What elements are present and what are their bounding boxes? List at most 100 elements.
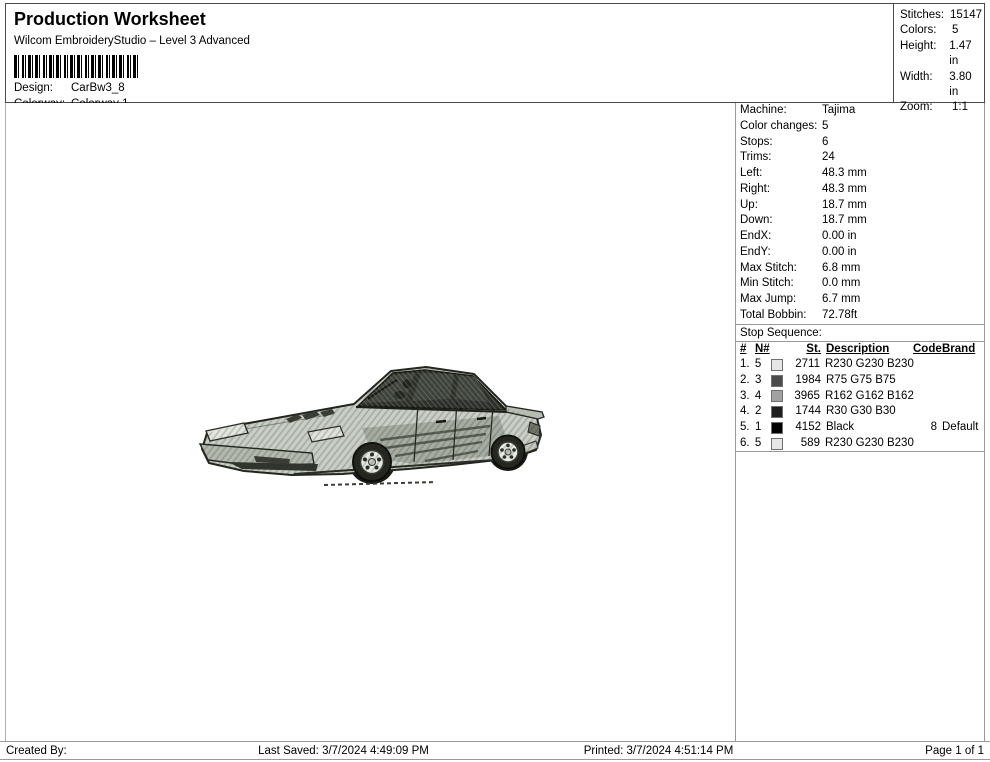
thread-code: 8 [913,420,942,436]
thread-color-swatch [771,375,783,387]
thread-color-swatch [771,390,783,402]
thread-color-swatch [771,406,783,418]
production-worksheet-page: Production Worksheet Wilcom EmbroiderySt… [0,0,990,762]
stop-sequence-row: 3. 4 3965 R162 G162 B162 [740,389,984,405]
thread-description: R230 G230 B230 [825,436,914,452]
header-left-box: Production Worksheet Wilcom EmbroiderySt… [5,3,894,103]
design-canvas [5,103,735,741]
machine-info-row: Max Stitch: 6.8 mm [736,261,984,277]
summary-row: Width: 3.80 in [900,70,982,101]
panel-divider [736,451,984,452]
summary-row: Colors: 5 [900,23,982,38]
stop-sequence-row: 1. 5 2711 R230 G230 B230 [740,357,984,373]
stop-number: 1. [740,357,755,373]
col-header-needle: N# [755,342,771,358]
summary-label: Stitches: [900,8,950,23]
thread-swatch-cell [771,422,788,434]
summary-row: Stitches: 15147 [900,8,982,23]
summary-label: Colors: [900,23,952,38]
info-value: 24 [822,150,835,166]
info-value: 18.7 mm [822,213,867,229]
thread-swatch-cell [771,390,788,402]
info-label: Color changes: [740,119,822,135]
thread-color-swatch [771,438,783,450]
created-by-label: Created By: [0,745,186,757]
stitch-count: 1984 [788,373,826,389]
needle-number: 5 [755,357,771,373]
info-label: Down: [740,213,822,229]
thread-description: Black [826,420,913,436]
machine-info-panel: Machine: Tajima Color changes: 5 Stops: … [735,103,985,741]
info-label: Left: [740,166,822,182]
info-label: Max Jump: [740,292,822,308]
info-value: 48.3 mm [822,182,867,198]
page-number: Page 1 of 1 [816,745,990,757]
stop-number: 5. [740,420,755,436]
info-value: 6 [822,135,828,151]
design-barcode [14,55,140,78]
thread-description: R30 G30 B30 [826,404,913,420]
info-label: EndY: [740,245,822,261]
stitch-count: 2711 [787,357,825,373]
stop-sequence-row: 6. 5 589 R230 G230 B230 [740,436,984,452]
machine-info-row: Up: 18.7 mm [736,198,984,214]
machine-info-row: Trims: 24 [736,150,984,166]
stop-sequence-table: # N# St. Description Code Brand 1. 5 271… [736,342,984,452]
summary-box: Stitches: 15147 Colors: 5 Height: 1.47 i… [893,3,985,103]
thread-swatch-cell [771,359,788,371]
col-header-code: Code [913,342,942,358]
needle-number: 2 [755,404,771,420]
stop-number: 3. [740,389,755,405]
summary-label: Height: [900,39,949,70]
needle-number: 3 [755,373,771,389]
col-header-description: Description [826,342,913,358]
design-value: CarBw3_8 [71,81,125,96]
info-value: 6.7 mm [822,292,860,308]
info-label: Right: [740,182,822,198]
stop-sequence-row: 5. 1 4152 Black 8 Default [740,420,984,436]
machine-info-row: Right: 48.3 mm [736,182,984,198]
thread-swatch-cell [771,438,788,450]
info-value: 18.7 mm [822,198,867,214]
machine-info-row: Down: 18.7 mm [736,213,984,229]
stop-sequence-header-row: # N# St. Description Code Brand [740,342,984,358]
needle-number: 4 [755,389,771,405]
machine-info-row: Min Stitch: 0.0 mm [736,276,984,292]
info-value: 0.00 in [822,245,857,261]
col-header-brand: Brand [942,342,984,358]
summary-row: Height: 1.47 in [900,39,982,70]
summary-value: 15147 [950,8,982,23]
info-label: Trims: [740,150,822,166]
info-value: 48.3 mm [822,166,867,182]
stitch-count: 4152 [788,420,826,436]
page-title: Production Worksheet [14,8,893,30]
stop-number: 2. [740,373,755,389]
thread-color-swatch [771,422,783,434]
machine-info-row: Color changes: 5 [736,119,984,135]
info-label: Total Bobbin: [740,308,822,324]
stop-number: 6. [740,436,755,452]
stitch-count: 3965 [787,389,825,405]
stitch-count: 589 [787,436,825,452]
info-value: 0.0 mm [822,276,860,292]
info-value: Tajima [822,103,855,119]
thread-description: R162 G162 B162 [825,389,914,405]
summary-label: Width: [900,70,949,101]
thread-description: R230 G230 B230 [825,357,914,373]
summary-value: 1.47 in [949,39,982,70]
stop-sequence-row: 2. 3 1984 R75 G75 B75 [740,373,984,389]
stop-sequence-title: Stop Sequence: [736,325,984,341]
stop-number: 4. [740,404,755,420]
design-label: Design: [14,81,71,96]
info-label: Up: [740,198,822,214]
thread-color-swatch [771,359,783,371]
col-header-stitches: St. [788,342,826,358]
machine-info-row: Machine: Tajima [736,103,984,119]
car-embroidery-design [194,356,546,494]
stop-sequence-row: 4. 2 1744 R30 G30 B30 [740,404,984,420]
info-value: 6.8 mm [822,261,860,277]
thread-swatch-cell [771,375,788,387]
summary-value: 3.80 in [949,70,982,101]
info-label: Min Stitch: [740,276,822,292]
thread-swatch-cell [771,406,788,418]
